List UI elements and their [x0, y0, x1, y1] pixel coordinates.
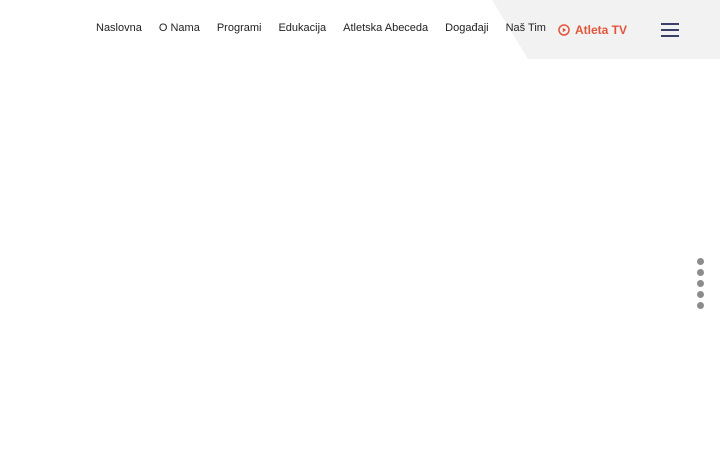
main-nav: Naslovna O Nama Programi Edukacija Atlet… — [96, 0, 546, 56]
section-dot-2[interactable] — [697, 269, 704, 276]
section-dot-1[interactable] — [697, 258, 704, 265]
nav-item-programi[interactable]: Programi — [217, 22, 262, 34]
section-dot-4[interactable] — [697, 291, 704, 298]
atleta-tv-link[interactable]: Atleta TV — [558, 22, 627, 38]
play-circle-icon — [558, 24, 570, 36]
section-dot-3[interactable] — [697, 280, 704, 287]
hamburger-menu-icon-bar — [661, 29, 679, 31]
atleta-tv-label: Atleta TV — [575, 23, 628, 37]
nav-item-nas-tim[interactable]: Naš Tim — [506, 22, 546, 34]
hamburger-menu-icon — [661, 23, 679, 25]
nav-item-o-nama[interactable]: O Nama — [159, 22, 200, 34]
nav-item-naslovna[interactable]: Naslovna — [96, 22, 142, 34]
hamburger-menu-icon-bar — [661, 35, 679, 37]
site-header: Naslovna O Nama Programi Edukacija Atlet… — [0, 0, 720, 60]
page: Naslovna O Nama Programi Edukacija Atlet… — [0, 0, 720, 450]
nav-item-atletska-abeceda[interactable]: Atletska Abeceda — [343, 22, 428, 34]
hamburger-menu-button[interactable] — [661, 22, 681, 38]
nav-item-dogadaji[interactable]: Događaji — [445, 22, 488, 34]
section-navigation-dots — [697, 258, 705, 309]
nav-item-edukacija[interactable]: Edukacija — [278, 22, 326, 34]
section-dot-5[interactable] — [697, 302, 704, 309]
